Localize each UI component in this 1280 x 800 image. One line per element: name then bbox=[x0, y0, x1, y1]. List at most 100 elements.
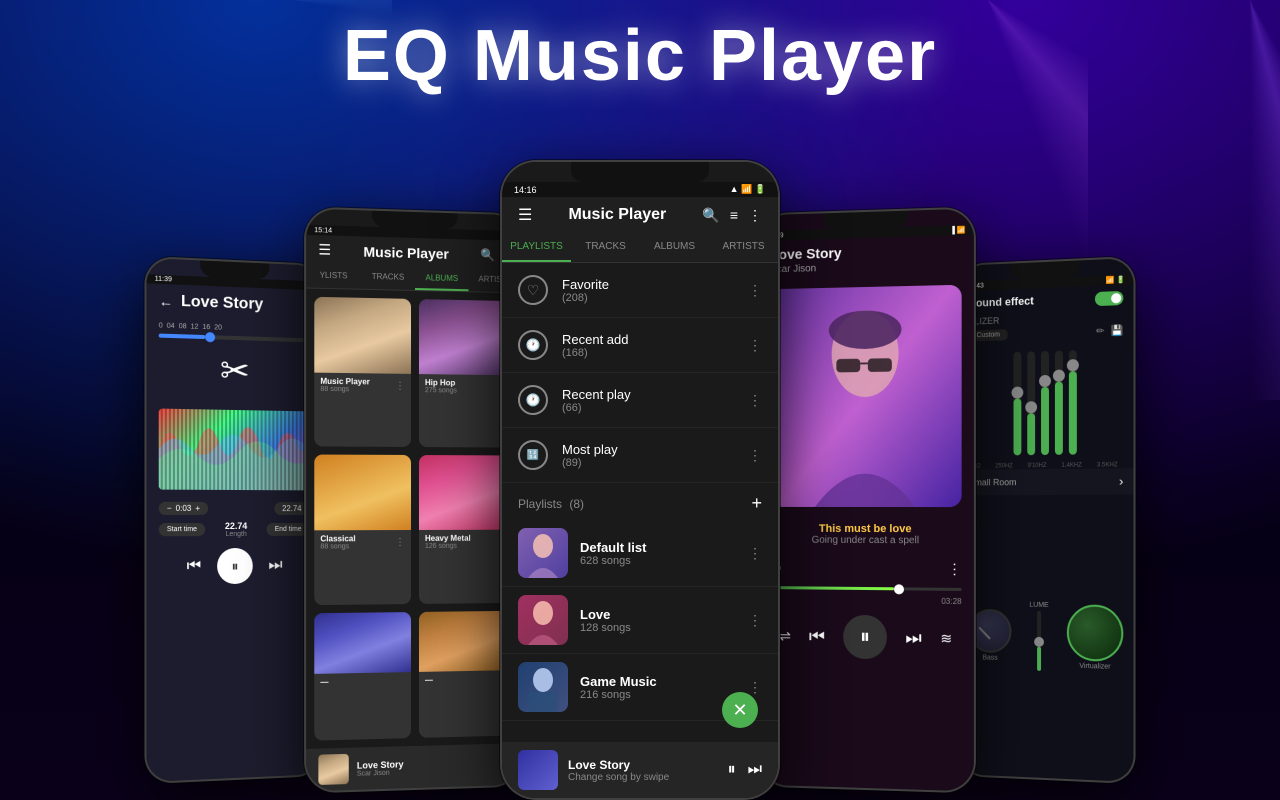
start-time-btn[interactable]: Start time bbox=[159, 523, 205, 536]
recent-add-count: (168) bbox=[562, 347, 629, 359]
tab-albums[interactable]: ALBUMS bbox=[640, 233, 709, 262]
playlist-item-most-play-left: 🔢 Most play (89) bbox=[518, 440, 618, 470]
tab-artists[interactable]: ARTISTS bbox=[709, 233, 778, 262]
save-icon[interactable]: 💾 bbox=[1111, 325, 1124, 337]
eq-bar-track-5[interactable] bbox=[1069, 350, 1077, 455]
default-list-more-icon[interactable]: ⋮ bbox=[748, 545, 762, 562]
phone4-play-btn[interactable]: ⏸ bbox=[843, 615, 887, 660]
phone5-toggle[interactable] bbox=[1095, 291, 1123, 306]
add-playlist-btn[interactable]: + bbox=[751, 493, 762, 514]
default-list-thumb bbox=[518, 528, 568, 578]
phone4-progress[interactable] bbox=[770, 586, 961, 591]
phone4-lyrics: This must be love Going under cast a spe… bbox=[759, 515, 974, 555]
playlist-game-left: Game Music 216 songs bbox=[518, 662, 657, 712]
favorite-count: (208) bbox=[562, 292, 609, 304]
eq-knob-3[interactable] bbox=[1039, 375, 1051, 387]
recent-play-more-icon[interactable]: ⋮ bbox=[748, 392, 762, 409]
eq-knob-1[interactable] bbox=[1012, 386, 1024, 398]
tab-tracks[interactable]: TRACKS bbox=[571, 233, 640, 262]
phone3-status-icons: ▲ 📶 🔋 bbox=[730, 184, 766, 195]
phone4-notch bbox=[822, 211, 908, 230]
phone3-search-icon[interactable]: 🔍 bbox=[702, 207, 719, 224]
recent-play-label: Recent play bbox=[562, 387, 631, 402]
edit-icon[interactable]: ✏ bbox=[1096, 326, 1104, 337]
phone4-more-icon[interactable]: ⋮ bbox=[947, 561, 961, 578]
playlist-item-most-play[interactable]: 🔢 Most play (89) ⋮ bbox=[502, 428, 778, 483]
playlist-item-recent-play[interactable]: 🕐 Recent play (66) ⋮ bbox=[502, 373, 778, 428]
end-time-btn[interactable]: End time bbox=[267, 523, 309, 536]
back-icon[interactable]: ← bbox=[159, 293, 173, 310]
phone3-more-icon[interactable]: ⋮ bbox=[748, 207, 762, 224]
eq-bar-track-3[interactable] bbox=[1041, 351, 1049, 455]
minus-icon[interactable]: − bbox=[167, 504, 172, 513]
phone3-hamburger-icon[interactable]: ☰ bbox=[518, 205, 532, 225]
phone5-room-row[interactable]: Small Room › bbox=[959, 468, 1133, 495]
playlist-love[interactable]: Love 128 songs ⋮ bbox=[502, 587, 778, 654]
close-btn[interactable]: ✕ bbox=[722, 692, 758, 728]
playlist-item-recent-play-info: Recent play (66) bbox=[562, 387, 631, 414]
phone3-next-icon[interactable]: ⏭ bbox=[748, 761, 762, 779]
vol-fill bbox=[1037, 647, 1041, 671]
tab-tracks[interactable]: TRACKS bbox=[361, 266, 415, 290]
skip-forward-icon[interactable]: ⏭ bbox=[268, 557, 282, 575]
album-classical-name: Classical bbox=[320, 535, 355, 544]
phone1-time-badge: − 0:03 + bbox=[159, 502, 208, 515]
love-more-icon[interactable]: ⋮ bbox=[748, 612, 762, 629]
skip-back-icon[interactable]: ⏮ bbox=[809, 626, 825, 647]
tab-albums[interactable]: ALBUMS bbox=[415, 267, 468, 291]
bass-label: Bass bbox=[983, 655, 998, 662]
play-button[interactable]: ⏸ bbox=[217, 548, 253, 584]
playlist-default-list-left: Default list 628 songs bbox=[518, 528, 646, 578]
phone1-screen: 11:39 ▐ ← Love Story 0 04 08 12 16 20 ✂ bbox=[147, 258, 321, 782]
playlist-item-favorite[interactable]: ♡ Favorite (208) ⋮ bbox=[502, 263, 778, 318]
eq-bar-track-2[interactable] bbox=[1027, 351, 1035, 455]
shuffle-icon[interactable]: ⇌ bbox=[779, 627, 790, 644]
love-name: Love bbox=[580, 607, 631, 622]
playlist-love-left: Love 128 songs bbox=[518, 595, 631, 645]
skip-forward-icon[interactable]: ⏭ bbox=[905, 627, 921, 648]
virtualizer-knob[interactable] bbox=[1067, 604, 1123, 662]
plus-icon[interactable]: + bbox=[195, 504, 200, 513]
phone3-filter-icon[interactable]: ≡ bbox=[730, 207, 738, 224]
most-play-more-icon[interactable]: ⋮ bbox=[748, 447, 762, 464]
playlist-item-favorite-left: ♡ Favorite (208) bbox=[518, 275, 609, 305]
phone5-title: Sound effect bbox=[969, 295, 1034, 309]
album-more-icon-3[interactable]: ⋮ bbox=[395, 537, 405, 548]
phone-equalizer: 13:43 📶 🔋 Sound effect ALIZER Custom ✏ 💾 bbox=[957, 256, 1135, 784]
phones-container: 11:39 ▐ ← Love Story 0 04 08 12 16 20 ✂ bbox=[0, 120, 1280, 800]
tab-playlists[interactable]: PLAYLISTS bbox=[502, 233, 571, 262]
playlist-item-recent-add[interactable]: 🕐 Recent add (168) ⋮ bbox=[502, 318, 778, 373]
equalizer-icon[interactable]: ≋ bbox=[940, 630, 952, 647]
hamburger-icon[interactable]: ☰ bbox=[318, 241, 331, 259]
phone5-edit-icons: ✏ 💾 bbox=[1096, 325, 1123, 337]
playlist-default-list[interactable]: Default list 628 songs ⋮ bbox=[502, 520, 778, 587]
eq-fill-4 bbox=[1055, 382, 1063, 455]
timeline-4: 04 bbox=[167, 323, 175, 330]
eq-knob-5[interactable] bbox=[1067, 359, 1079, 371]
vol-knob[interactable] bbox=[1034, 637, 1044, 647]
phone3-pause-icon[interactable]: ⏸ bbox=[728, 761, 736, 779]
heart-icon: ♡ bbox=[518, 275, 548, 305]
vol-track[interactable] bbox=[1037, 611, 1041, 671]
tab-playlists[interactable]: YLISTS bbox=[306, 264, 361, 289]
album-more-icon[interactable]: ⋮ bbox=[395, 380, 405, 391]
eq-bar-track-1[interactable] bbox=[1013, 352, 1021, 456]
skip-back-icon[interactable]: ⏮ bbox=[187, 557, 201, 575]
phone5-battery: 📶 🔋 bbox=[1106, 276, 1126, 285]
album-classical[interactable]: Classical 88 songs ⋮ bbox=[314, 455, 411, 605]
phone5-notch bbox=[1010, 260, 1080, 279]
favorite-more-icon[interactable]: ⋮ bbox=[748, 282, 762, 299]
love-count: 128 songs bbox=[580, 622, 631, 634]
game-more-icon[interactable]: ⋮ bbox=[748, 679, 762, 696]
phone4-artwork bbox=[770, 285, 961, 507]
album-5[interactable]: — bbox=[314, 612, 411, 741]
phone1-player-controls: ⏮ ⏸ ⏭ bbox=[147, 548, 321, 585]
eq-knob-4[interactable] bbox=[1053, 370, 1065, 382]
eq-bar-track-4[interactable] bbox=[1055, 350, 1063, 454]
recent-add-more-icon[interactable]: ⋮ bbox=[748, 337, 762, 354]
eq-bar-3 bbox=[1041, 351, 1049, 455]
search-icon[interactable]: 🔍 bbox=[480, 247, 495, 261]
eq-knob-2[interactable] bbox=[1025, 402, 1037, 414]
recent-add-label: Recent add bbox=[562, 332, 629, 347]
album-music-player[interactable]: Music Player 88 songs ⋮ bbox=[314, 297, 411, 448]
